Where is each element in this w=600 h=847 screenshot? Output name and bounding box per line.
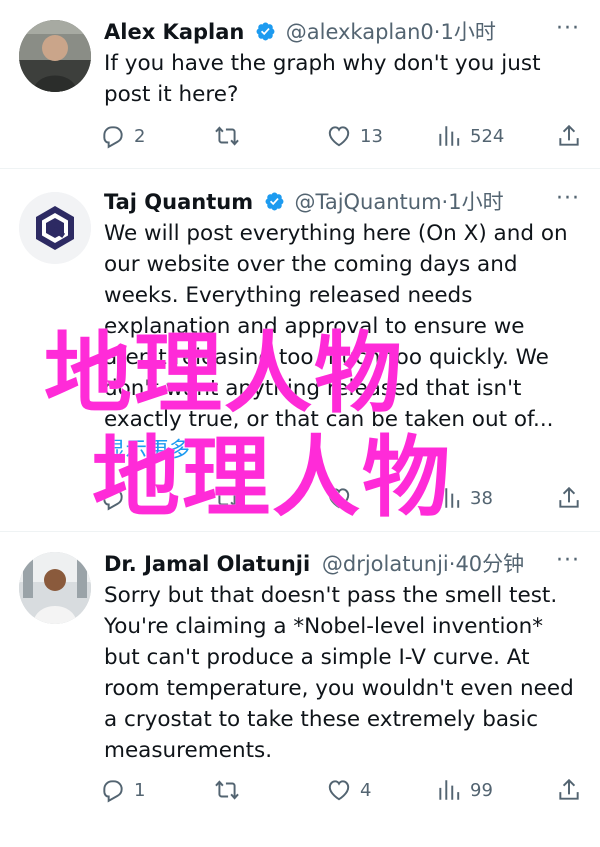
share-button[interactable] xyxy=(556,480,582,516)
tweet-header: Taj Quantum @TajQuantum·1小时 xyxy=(104,184,600,220)
more-icon[interactable]: ··· xyxy=(556,184,580,214)
views-count: 524 xyxy=(470,125,505,147)
views-button[interactable]: 524 xyxy=(436,118,504,154)
views-count: 38 xyxy=(470,487,493,509)
share-button[interactable] xyxy=(556,772,582,808)
like-count: 4 xyxy=(360,779,372,801)
author-handle[interactable]: @TajQuantum xyxy=(294,190,441,214)
reply-count: 1 xyxy=(134,779,146,801)
tweet-header: Dr. Jamal Olatunji @drjolatunji·40分钟 xyxy=(104,546,600,582)
tweet-text: Sorry but that doesn't pass the smell te… xyxy=(104,583,574,763)
avatar-jamal-olatunji[interactable] xyxy=(19,552,91,624)
views-count: 99 xyxy=(470,779,493,801)
timestamp[interactable]: 1小时 xyxy=(448,190,503,214)
avatar-alex-kaplan[interactable] xyxy=(19,20,91,92)
author-name[interactable]: Alex Kaplan xyxy=(104,20,244,44)
author-name[interactable]: Taj Quantum xyxy=(104,190,253,214)
more-icon[interactable]: ··· xyxy=(556,14,580,44)
divider xyxy=(0,531,600,532)
reply-icon xyxy=(103,126,123,149)
reply-icon xyxy=(103,780,123,803)
reply-count: 2 xyxy=(134,125,146,147)
like-button[interactable]: 13 xyxy=(326,118,383,154)
share-icon xyxy=(559,778,579,800)
retweet-button[interactable] xyxy=(214,772,248,808)
tweet-header: Alex Kaplan @alexkaplan0·1小时 xyxy=(104,14,600,50)
tweet-jamal-olatunji[interactable]: Dr. Jamal Olatunji @drjolatunji·40分钟 ···… xyxy=(0,546,600,846)
like-icon xyxy=(328,126,350,147)
views-icon xyxy=(439,126,460,146)
more-icon[interactable]: ··· xyxy=(556,546,580,576)
author-handle[interactable]: @drjolatunji xyxy=(322,552,449,576)
tweet-actions: 1 4 99 xyxy=(100,772,586,808)
reply-button[interactable]: 2 xyxy=(100,118,145,154)
timestamp[interactable]: 1小时 xyxy=(440,20,495,44)
share-button[interactable] xyxy=(556,118,582,154)
like-button[interactable]: 4 xyxy=(326,772,371,808)
watermark-overlay-line1: 地理人物 xyxy=(44,322,405,425)
author-handle[interactable]: @alexkaplan0 xyxy=(286,20,434,44)
tweet-text: If you have the graph why don't you just… xyxy=(104,51,541,107)
avatar-taj-quantum[interactable] xyxy=(19,192,91,264)
like-icon xyxy=(328,780,350,801)
watermark-overlay-line2: 地理人物 xyxy=(92,426,453,529)
like-count: 13 xyxy=(360,125,383,147)
verified-badge-icon xyxy=(265,192,284,211)
divider xyxy=(0,168,600,169)
tweet-actions: 2 13 524 xyxy=(100,118,586,154)
reply-button[interactable]: 1 xyxy=(100,772,145,808)
retweet-icon xyxy=(215,126,239,146)
views-icon xyxy=(439,780,460,800)
retweet-button[interactable] xyxy=(214,118,248,154)
timestamp[interactable]: 40分钟 xyxy=(455,552,524,576)
author-name[interactable]: Dr. Jamal Olatunji xyxy=(104,552,310,576)
share-icon xyxy=(559,124,579,146)
share-icon xyxy=(559,486,579,508)
retweet-icon xyxy=(215,780,239,800)
verified-badge-icon xyxy=(256,22,275,41)
views-button[interactable]: 99 xyxy=(436,772,493,808)
tweet-alex-kaplan[interactable]: Alex Kaplan @alexkaplan0·1小时 ··· If you … xyxy=(0,14,600,164)
